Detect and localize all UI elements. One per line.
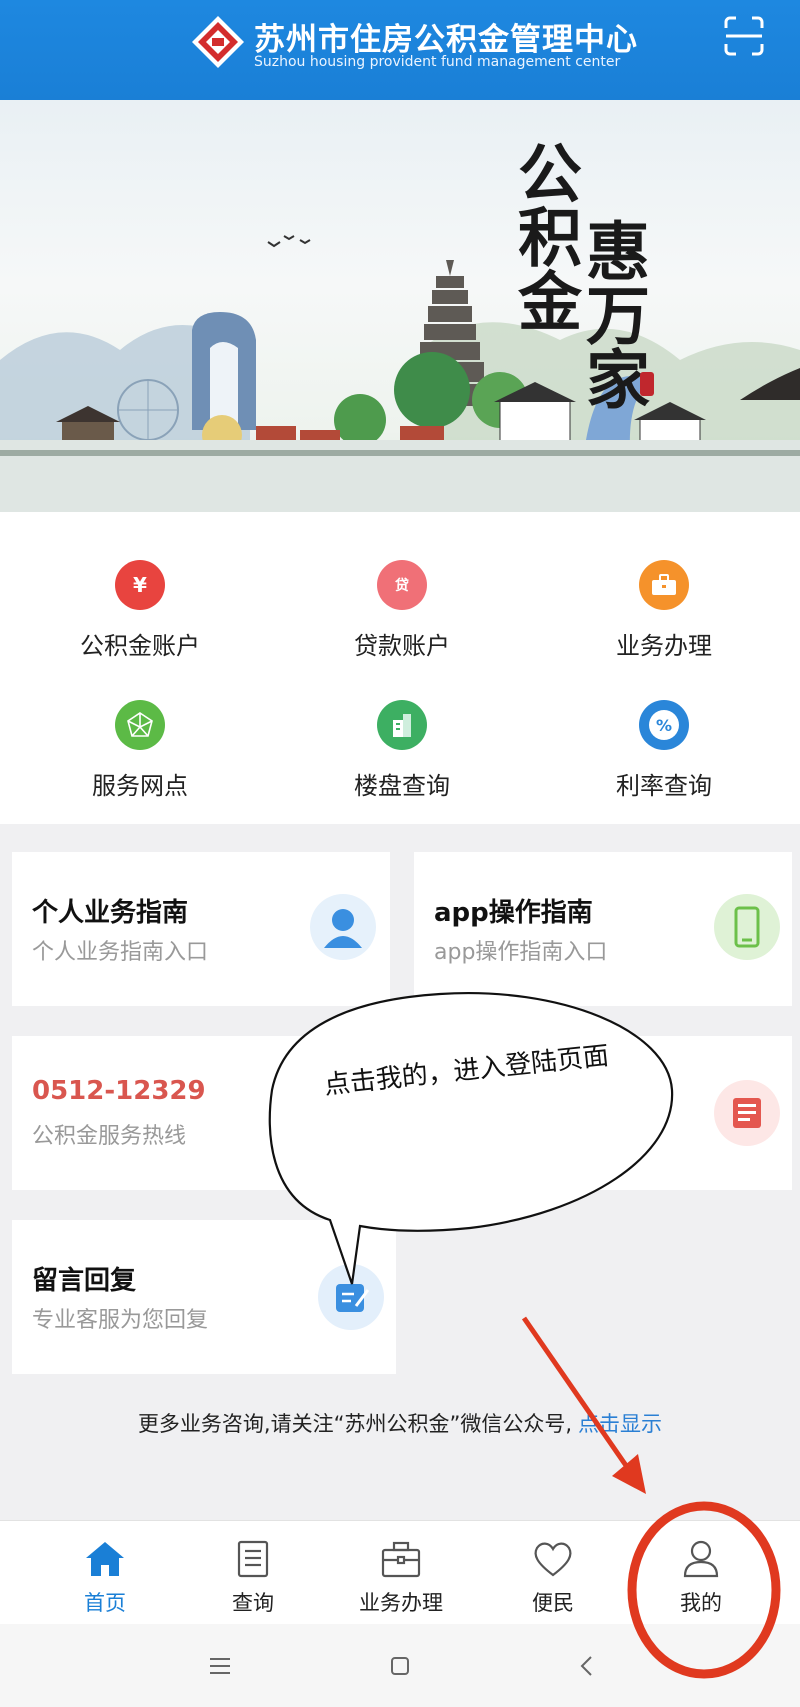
menu-item-label: 贷款账户 — [354, 632, 450, 660]
menu-item-fund-account[interactable]: ¥ 公积金账户 — [40, 560, 240, 690]
tab-mine[interactable]: 我的 — [626, 1521, 776, 1625]
menu-icon[interactable] — [200, 1646, 240, 1686]
network-icon — [115, 700, 165, 750]
app-subtitle: Suzhou housing provident fund management… — [254, 54, 621, 70]
hotline-number: 0512-12329 — [32, 1076, 206, 1106]
briefcase-icon — [639, 560, 689, 610]
service-grid: ¥ 公积金账户 贷 贷款账户 业务办理 服务网点 楼盘查询 % 利率查询 — [0, 512, 800, 824]
red-seal-stamp — [640, 372, 654, 396]
money-bag-yen-icon: ¥ — [115, 560, 165, 610]
menu-item-service-outlets[interactable]: 服务网点 — [40, 700, 240, 830]
user-icon — [683, 1540, 719, 1578]
menu-item-label: 公积金账户 — [80, 632, 200, 660]
tab-label: 查询 — [232, 1591, 274, 1615]
card-title: 个人业务指南 — [32, 898, 189, 928]
card-title: app操作指南 — [434, 898, 593, 928]
building-icon — [377, 700, 427, 750]
loan-bag-icon: 贷 — [377, 560, 427, 610]
banner-slogan-line1: 公积金 — [507, 140, 582, 332]
hero-banner[interactable]: 公积金 惠万家 — [0, 100, 800, 512]
home-square-icon[interactable] — [380, 1646, 420, 1686]
phone-icon — [714, 894, 780, 960]
tab-label: 业务办理 — [359, 1591, 443, 1615]
card-personal-guide[interactable]: 个人业务指南 个人业务指南入口 — [12, 852, 390, 1006]
news-icon — [714, 1080, 780, 1146]
red-arrow-head — [612, 1454, 646, 1494]
wechat-follow-note: 更多业务咨询,请关注“苏州公积金”微信公众号, 点击显示 — [0, 1408, 800, 1438]
tab-label: 首页 — [84, 1591, 126, 1615]
briefcase-outline-icon — [381, 1541, 421, 1578]
app-title: 苏州市住房公积金管理中心 — [254, 22, 638, 58]
tab-query[interactable]: 查询 — [178, 1521, 328, 1625]
tab-label: 便民 — [532, 1591, 574, 1615]
tab-label: 我的 — [680, 1591, 722, 1615]
card-hotline[interactable]: 0512-12329 公积金服务热线 — [12, 1036, 390, 1190]
app-header: 苏州市住房公积金管理中心 Suzhou housing provident fu… — [0, 0, 800, 100]
menu-item-label: 业务办理 — [616, 632, 712, 660]
menu-item-property-query[interactable]: 楼盘查询 — [302, 700, 502, 830]
tab-business[interactable]: 业务办理 — [326, 1521, 476, 1625]
menu-item-label: 利率查询 — [616, 772, 712, 800]
menu-item-label: 楼盘查询 — [354, 772, 450, 800]
card-subtitle: 专业客服为您回复 — [32, 1308, 209, 1333]
menu-item-label: 服务网点 — [92, 772, 188, 800]
scan-icon[interactable] — [722, 14, 766, 58]
edit-note-icon — [318, 1264, 384, 1330]
tab-convenience[interactable]: 便民 — [478, 1521, 628, 1625]
person-icon — [310, 894, 376, 960]
suzhou-hpf-logo-icon — [192, 16, 244, 68]
card-app-guide[interactable]: app操作指南 app操作指南入口 — [414, 852, 792, 1006]
card-title: 留言回复 — [32, 1266, 137, 1296]
home-icon — [86, 1542, 124, 1576]
tab-home[interactable]: 首页 — [30, 1521, 180, 1625]
bottom-tab-bar: 首页 查询 业务办理 便民 我的 — [0, 1520, 800, 1624]
menu-item-rate-query[interactable]: % 利率查询 — [564, 700, 764, 830]
card-message-reply[interactable]: 留言回复 专业客服为您回复 — [12, 1220, 396, 1374]
card-subtitle: app操作指南入口 — [434, 940, 608, 965]
document-list-icon — [237, 1540, 269, 1578]
menu-item-business[interactable]: 业务办理 — [564, 560, 764, 690]
menu-item-loan-account[interactable]: 贷 贷款账户 — [302, 560, 502, 690]
back-icon[interactable] — [566, 1646, 606, 1686]
red-arrow-line — [521, 1316, 639, 1482]
banner-illustration — [0, 235, 800, 512]
card-subtitle: 个人业务指南入口 — [32, 940, 209, 965]
percent-icon: % — [639, 700, 689, 750]
banner-slogan-line2: 惠万家 — [575, 218, 650, 410]
system-nav-bar — [0, 1624, 800, 1707]
show-link[interactable]: 点击显示 — [578, 1412, 662, 1436]
follow-note-text: 更多业务咨询,请关注“苏州公积金”微信公众号, — [137, 1412, 573, 1436]
heart-icon — [534, 1542, 572, 1577]
card-subtitle: 公积金服务热线 — [32, 1124, 187, 1149]
